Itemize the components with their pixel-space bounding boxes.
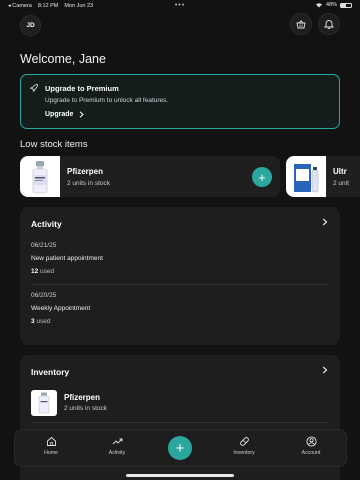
divider [31, 422, 329, 423]
tab-account[interactable]: Account [286, 436, 336, 456]
wifi-icon [315, 3, 322, 8]
avatar[interactable]: JD [20, 15, 41, 36]
status-time: 8:12 PM [37, 3, 59, 9]
activity-count-suffix: used [36, 318, 51, 325]
activity-count-suffix: used [40, 268, 55, 275]
basket-button[interactable] [290, 13, 312, 35]
welcome-heading: Welcome, Jane [20, 52, 106, 66]
basket-icon [296, 19, 306, 28]
premium-description: Upgrade to Premium to unlock all feature… [45, 97, 169, 104]
product-image [20, 156, 60, 197]
status-bar: ◂ Camera 8:12 PM Mon Jun 23 ••• 48% [0, 0, 360, 12]
battery-icon [340, 2, 352, 8]
notifications-button[interactable] [318, 13, 340, 35]
add-stock-button[interactable]: + [252, 167, 272, 187]
chevron-right-icon[interactable] [322, 366, 328, 374]
inventory-item-qty: 2 units in stock [64, 405, 107, 412]
stock-item-name: Ultr [333, 167, 347, 176]
activity-title: Activity [31, 219, 62, 229]
medicine-box-icon [294, 163, 319, 192]
product-image [31, 390, 57, 416]
inventory-item-name[interactable]: Pfizerpen [64, 393, 100, 402]
low-stock-item[interactable]: Pfizerpen 2 units in stock + [20, 156, 280, 197]
stock-item-qty: 2 units in stock [67, 180, 110, 187]
chevron-right-icon [80, 111, 85, 118]
multitasking-dots-icon[interactable]: ••• [175, 2, 185, 9]
low-stock-title: Low stock items [20, 139, 88, 150]
activity-count: 12 used [31, 268, 54, 275]
vial-icon [32, 160, 48, 193]
stock-item-name: Pfizerpen [67, 167, 104, 176]
battery-percent: 48% [325, 2, 337, 8]
premium-card[interactable]: Upgrade to Premium Upgrade to Premium to… [20, 74, 340, 129]
inventory-title: Inventory [31, 367, 70, 377]
activity-card: Activity 06/21/25 New patient appointmen… [20, 207, 340, 345]
status-back-app[interactable]: ◂ Camera [8, 3, 32, 9]
add-button[interactable]: + [168, 436, 192, 460]
status-date: Mon Jun 23 [64, 3, 94, 9]
tab-home[interactable]: Home [26, 436, 76, 456]
upgrade-link-label: Upgrade [45, 111, 74, 118]
tab-activity[interactable]: Activity [92, 436, 142, 456]
rocket-icon [29, 84, 38, 93]
home-icon [46, 436, 56, 446]
divider [31, 284, 329, 285]
tab-account-label: Account [301, 450, 321, 456]
tab-activity-label: Activity [108, 450, 126, 456]
activity-count: 3 used [31, 318, 51, 325]
low-stock-item[interactable]: Ultr 2 unit [286, 156, 360, 197]
premium-title: Upgrade to Premium [45, 84, 119, 93]
tab-inventory[interactable]: Inventory [219, 436, 269, 456]
account-icon [305, 436, 317, 447]
vial-icon [38, 392, 50, 414]
activity-count-value: 12 [31, 268, 39, 275]
activity-date: 06/21/25 [31, 242, 57, 249]
activity-count-value: 3 [31, 318, 35, 325]
trending-icon [112, 438, 122, 445]
upgrade-link[interactable]: Upgrade [45, 111, 85, 118]
home-indicator[interactable] [126, 474, 234, 477]
activity-item-title[interactable]: New patient appointment [31, 255, 103, 262]
product-image [286, 156, 326, 197]
bell-icon [324, 20, 334, 29]
activity-date: 06/20/25 [31, 292, 57, 299]
activity-item-title[interactable]: Weekly Appointment [31, 305, 90, 312]
chevron-right-icon[interactable] [322, 218, 328, 226]
stock-item-qty: 2 unit [333, 180, 349, 187]
tab-home-label: Home [44, 450, 58, 456]
pill-icon [239, 437, 249, 446]
tab-inventory-label: Inventory [233, 450, 255, 456]
